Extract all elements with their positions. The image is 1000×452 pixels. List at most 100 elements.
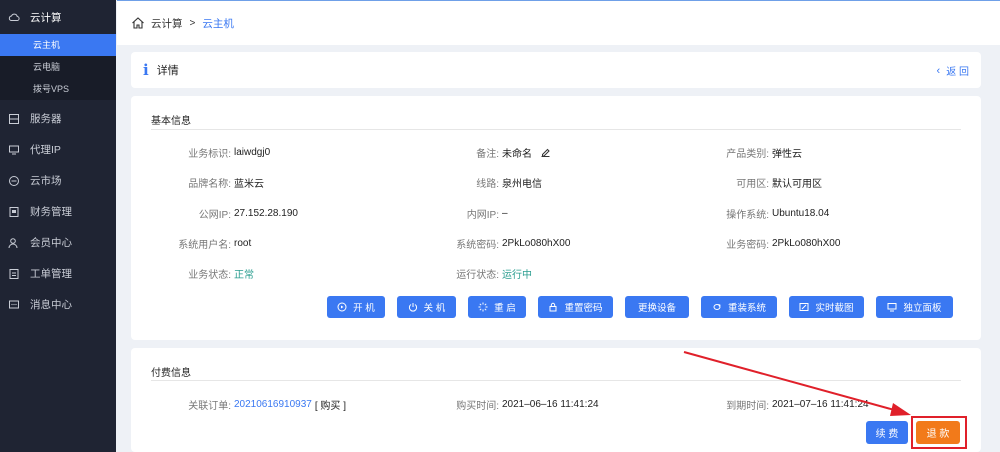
basic-info-card: 基本信息 业务标识: laiwdgj0 备注: 未命名 产品类别: 弹性云 品牌… xyxy=(131,96,981,340)
chevron-left-icon: ‹ xyxy=(936,64,941,77)
sidebar-item-proxy-ip[interactable]: 代理IP xyxy=(0,134,116,165)
field-value: 泉州电信 xyxy=(502,178,542,190)
field-value: 2PkLo080hX00 xyxy=(772,237,841,249)
cloud-icon xyxy=(8,11,20,23)
sidebar-item-ticket[interactable]: 工单管理 xyxy=(0,258,116,289)
field-label: 产品类别: xyxy=(726,148,769,160)
status-badge: 正常 xyxy=(234,269,254,281)
change-device-button[interactable]: 更换设备 xyxy=(625,296,689,318)
status-badge: 运行中 xyxy=(502,269,532,281)
field-value: laiwdgj0 xyxy=(234,146,271,158)
realtime-screenshot-button[interactable]: 实时截图 xyxy=(789,296,864,318)
sidebar-item-label: 服务器 xyxy=(30,113,62,125)
detail-header: i 详情 ‹ 返 回 xyxy=(131,52,981,88)
sidebar-item-market[interactable]: 云市场 xyxy=(0,165,116,196)
refund-button[interactable]: 退 款 xyxy=(916,421,960,444)
power-on-button[interactable]: 开 机 xyxy=(327,296,385,318)
field-value: 默认可用区 xyxy=(772,178,822,190)
field-buy-time: 购买时间: 2021–06–16 11:41:24 xyxy=(399,397,599,412)
field-label: 业务标识: xyxy=(188,148,231,160)
field-related-order: 关联订单: 20210616910937 [ 购买 ] xyxy=(131,397,346,412)
field-system-user: 系统用户名: root xyxy=(131,236,252,251)
reinstall-icon xyxy=(712,302,722,312)
field-label: 公网IP: xyxy=(198,209,231,221)
sidebar-item-label: 工单管理 xyxy=(30,268,72,280)
monitor-icon xyxy=(8,144,20,156)
field-value: Ubuntu18.04 xyxy=(772,207,830,219)
field-private-ip: 内网IP: – xyxy=(399,206,508,221)
section-title-payment: 付费信息 xyxy=(151,368,191,379)
power-on-icon xyxy=(337,302,347,312)
finance-icon xyxy=(8,206,20,218)
field-label: 品牌名称: xyxy=(188,178,231,190)
edit-icon[interactable] xyxy=(540,147,551,158)
field-product-type: 产品类别: 弹性云 xyxy=(669,145,802,160)
sidebar-item-cloud-pc[interactable]: 云电脑 xyxy=(0,56,116,78)
field-value: 2021–06–16 11:41:24 xyxy=(502,398,599,410)
message-icon xyxy=(8,299,20,311)
divider xyxy=(151,129,961,130)
loading-icon xyxy=(478,302,488,312)
field-value: – xyxy=(502,207,508,219)
field-business-id: 业务标识: laiwdgj0 xyxy=(131,145,271,160)
lock-icon xyxy=(548,302,558,312)
sidebar-item-message[interactable]: 消息中心 xyxy=(0,289,116,320)
field-label: 可用区: xyxy=(736,178,769,190)
sidebar-item-finance[interactable]: 财务管理 xyxy=(0,196,116,227)
sidebar-group-cloud[interactable]: 云计算 xyxy=(0,0,116,34)
monitor-icon xyxy=(887,302,897,312)
order-link[interactable]: 20210616910937 xyxy=(234,399,312,410)
sidebar-item-server[interactable]: 服务器 xyxy=(0,103,116,134)
field-label: 备注: xyxy=(476,148,499,160)
sidebar-item-dial-vps[interactable]: 拨号VPS xyxy=(0,78,116,100)
sidebar-group-label: 云计算 xyxy=(30,11,62,24)
reinstall-system-button[interactable]: 重装系统 xyxy=(701,296,777,318)
field-label: 业务状态: xyxy=(188,269,231,281)
breadcrumb-current[interactable]: 云主机 xyxy=(202,16,234,31)
sidebar-item-cloud-host[interactable]: 云主机 xyxy=(0,34,116,56)
reset-password-button[interactable]: 重置密码 xyxy=(538,296,613,318)
payment-info-card: 付费信息 关联订单: 20210616910937 [ 购买 ] 购买时间: 2… xyxy=(131,348,981,452)
user-icon xyxy=(8,237,20,249)
field-business-status: 业务状态: 正常 xyxy=(131,266,254,281)
field-remark: 备注: 未命名 xyxy=(399,145,551,160)
sidebar-item-label: 消息中心 xyxy=(30,299,72,311)
action-bar: 开 机 关 机 重 启 重置密码 更换设备 重装系统 实时截图 独立面板 xyxy=(327,296,965,318)
sidebar-item-label: 会员中心 xyxy=(30,237,72,249)
power-icon xyxy=(408,302,418,312)
screenshot-icon xyxy=(799,302,809,312)
field-label: 购买时间: xyxy=(456,400,499,412)
section-title-basic: 基本信息 xyxy=(151,116,191,127)
field-system-password: 系统密码: 2PkLo080hX00 xyxy=(399,236,570,251)
field-label: 运行状态: xyxy=(456,269,499,281)
breadcrumb-root[interactable]: 云计算 xyxy=(151,16,183,31)
field-label: 内网IP: xyxy=(466,209,499,221)
field-label: 到期时间: xyxy=(726,400,769,412)
field-value: 弹性云 xyxy=(772,148,802,160)
field-os: 操作系统: Ubuntu18.04 xyxy=(669,206,830,221)
power-off-button[interactable]: 关 机 xyxy=(397,296,456,318)
restart-button[interactable]: 重 启 xyxy=(468,296,526,318)
field-label: 操作系统: xyxy=(726,209,769,221)
back-button[interactable]: ‹ 返 回 xyxy=(936,63,969,79)
field-line: 线路: 泉州电信 xyxy=(399,175,542,190)
button-label: 重置密码 xyxy=(564,303,603,314)
divider xyxy=(151,380,961,381)
page-title: 详情 xyxy=(156,65,179,77)
sidebar-item-member[interactable]: 会员中心 xyxy=(0,227,116,258)
field-brand: 品牌名称: 蓝米云 xyxy=(131,175,264,190)
order-type: [ 购买 ] xyxy=(314,400,346,412)
field-public-ip: 公网IP: 27.152.28.190 xyxy=(131,206,298,221)
field-zone: 可用区: 默认可用区 xyxy=(669,175,822,190)
standalone-panel-button[interactable]: 独立面板 xyxy=(876,296,953,318)
button-label: 重装系统 xyxy=(727,303,766,314)
sidebar-item-label: 代理IP xyxy=(30,144,61,156)
button-label: 独立面板 xyxy=(903,303,942,314)
field-value: root xyxy=(234,237,252,249)
field-value: 蓝米云 xyxy=(234,178,264,190)
home-icon[interactable] xyxy=(131,16,145,30)
field-label: 系统用户名: xyxy=(178,239,231,251)
field-label: 系统密码: xyxy=(456,239,499,251)
field-label: 线路: xyxy=(476,178,499,190)
renew-button[interactable]: 续 费 xyxy=(866,421,908,444)
